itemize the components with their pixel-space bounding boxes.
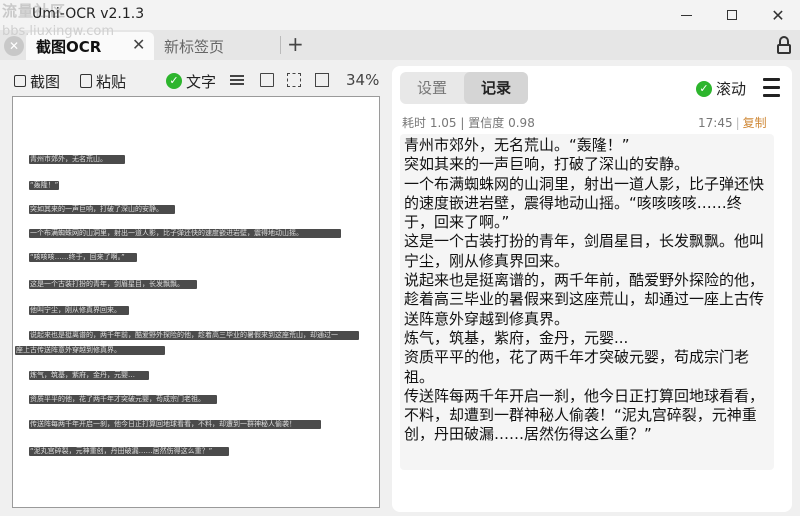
minimize-button[interactable] (664, 0, 708, 30)
watermark-url: bbs.liuxingw.com (2, 24, 115, 39)
ocr-line: 座上古传送阵意外穿越到修真界。 (15, 346, 165, 355)
record-text[interactable]: 青州市郊外，无名荒山。“轰隆！” 突如其来的一声巨响，打破了深山的安静。 一个布… (404, 136, 770, 445)
add-tab-icon[interactable]: + (287, 32, 304, 56)
ocr-line: 他叫宁尘，刚从修真界回来。 (29, 306, 129, 315)
text-toggle-label: 文字 (186, 72, 217, 91)
elapsed-value: 1.05 (429, 116, 457, 130)
tab-settings[interactable]: 设置 (400, 72, 464, 104)
ocr-line: “轰隆！” (29, 181, 59, 190)
ocr-line: 资质平平的他，花了两千年才突破元婴，苟成宗门老祖。 (29, 395, 217, 404)
panel-tabs: 设置 记录 (400, 72, 528, 104)
ocr-highlight-lines: 青州市郊外，无名荒山。 “轰隆！” 突如其来的一声巨响，打破了深山的安静。一个布满蜘… (13, 97, 379, 507)
time-divider: | (735, 116, 740, 130)
ocr-line: 突如其来的一声巨响，打破了深山的安静。 (29, 205, 175, 214)
record-meta: 耗时 1.05 | 置信度 0.98 (402, 114, 535, 131)
ocr-line: 青州市郊外，无名荒山。 (29, 155, 125, 164)
file-icon[interactable] (260, 73, 274, 87)
record-text-box[interactable]: 青州市郊外，无名荒山。“轰隆！” 突如其来的一声巨响，打破了深山的安静。 一个布… (400, 134, 774, 470)
tab-label: 截图OCR (36, 38, 102, 56)
minimize-icon (680, 14, 692, 16)
app-title: Umi-OCR v2.1.3 (32, 6, 145, 22)
ocr-line: 炼气，筑基，紫府，金丹，元婴… (29, 371, 149, 380)
ocr-line: 一个布满蜘蛛网的山洞里，射出一道人影，比子弹还快的速度嵌进岩壁，震得地动山摇。 (29, 229, 341, 238)
screenshot-icon (14, 75, 26, 87)
ocr-line: 传送阵每两千年开启一刹，他今日正打算回地球看看，不料，却遭到一群神秘人偷袭！ (29, 420, 321, 429)
maximize-icon (727, 10, 737, 20)
panel-icon[interactable] (315, 73, 329, 87)
screenshot-label: 截图 (30, 72, 61, 91)
lock-icon[interactable] (776, 36, 792, 54)
list-icon[interactable] (230, 73, 244, 87)
ocr-line: 这是一个古装打扮的青年，剑眉星目，长发飘飘。 (29, 280, 197, 289)
results-panel: 设置 记录 ✓ 滚动 耗时 1.05 | 置信度 0.98 17:45 | 复制 青… (392, 66, 792, 512)
paste-button[interactable]: 粘贴 (80, 69, 126, 93)
tab-records[interactable]: 记录 (464, 72, 528, 104)
tab-divider (280, 36, 281, 54)
maximize-button[interactable] (710, 0, 754, 30)
elapsed-label: 耗时 (402, 116, 427, 130)
menu-icon[interactable] (758, 78, 780, 98)
confidence-label: 置信度 (468, 116, 505, 130)
tab-close-icon[interactable]: ✕ (132, 35, 145, 54)
tab-bar-close-icon[interactable]: ✕ (4, 36, 24, 56)
scroll-toggle[interactable]: ✓ 滚动 (696, 78, 746, 99)
ocr-line: “泥丸宫碎裂，元神重创，丹田破漏……居然伤得这么重？” (29, 447, 229, 456)
close-icon: ✕ (771, 5, 785, 25)
meta-divider: | (460, 116, 465, 130)
image-preview-pane[interactable]: 青州市郊外，无名荒山。 “轰隆！” 突如其来的一声巨响，打破了深山的安静。一个布满蜘… (12, 96, 380, 508)
record-time-row: 17:45 | 复制 (698, 114, 767, 131)
paste-label: 粘贴 (96, 72, 127, 91)
confidence-value: 0.98 (508, 116, 535, 130)
text-toggle[interactable]: ✓ 文字 (166, 69, 216, 93)
scroll-label: 滚动 (716, 80, 747, 98)
frame-icon[interactable] (287, 73, 301, 87)
tab-new[interactable]: 新标签页 (156, 32, 276, 60)
screenshot-button[interactable]: 截图 (14, 69, 60, 93)
check-icon: ✓ (166, 73, 182, 89)
zoom-level: 34% (346, 71, 380, 89)
tab-label: 新标签页 (164, 38, 225, 56)
ocr-line: 说起来也是挺离谱的，两千年前，酷爱野外探险的他，趁着高三毕业的暑假来到这座荒山，… (29, 331, 359, 340)
record-time: 17:45 (698, 116, 733, 130)
check-icon: ✓ (696, 80, 712, 97)
copy-button[interactable]: 复制 (743, 116, 767, 130)
ocr-line: “咳咳咳……终于，回来了啊。” (29, 253, 137, 262)
paste-icon (80, 74, 92, 88)
left-toolbar: 截图 粘贴 ✓ 文字 34% (8, 66, 388, 96)
title-bar: 流量社区 Umi-OCR v2.1.3 ✕ (0, 0, 800, 30)
window-close-button[interactable]: ✕ (756, 0, 800, 30)
